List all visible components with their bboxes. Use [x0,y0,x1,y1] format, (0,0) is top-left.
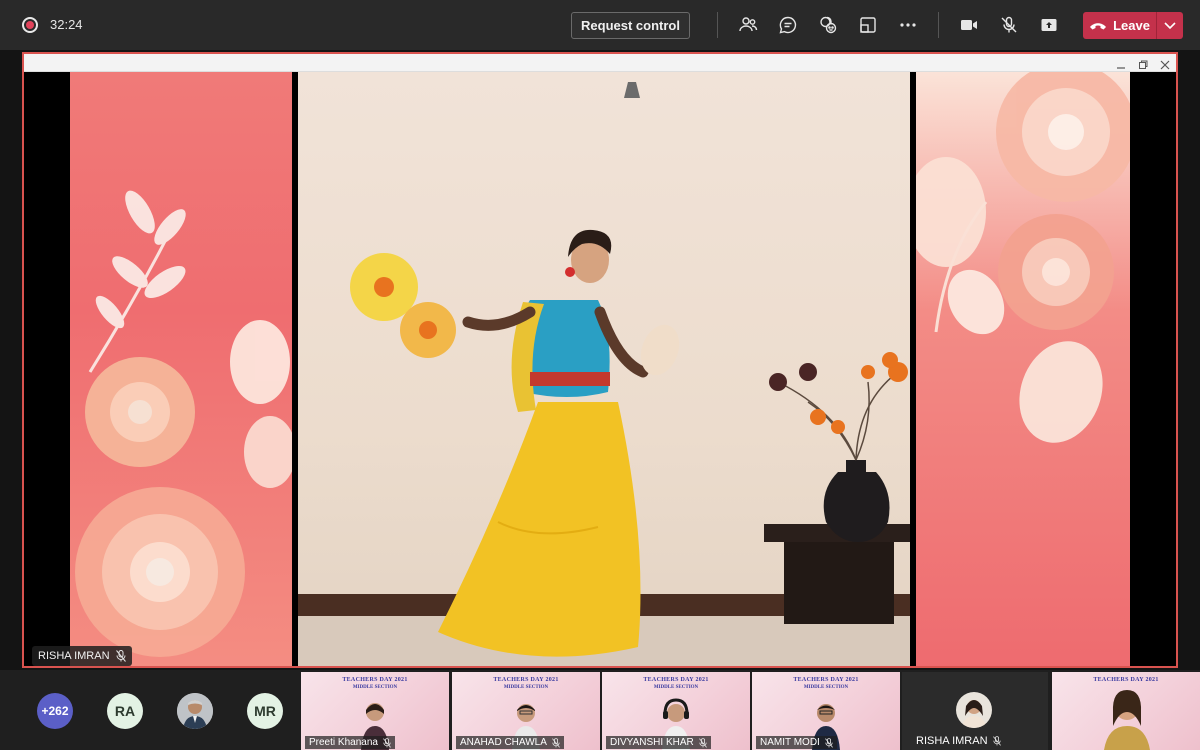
participant-avatar[interactable]: MR [247,693,283,729]
leave-button[interactable]: Leave [1083,12,1157,39]
presenter-video-feed [298,72,910,666]
chat-icon[interactable] [776,13,800,37]
participant-video-tile[interactable]: TEACHERS DAY 2021 MIDDLE SECTION ANAHAD … [452,672,600,750]
mic-off-icon [383,737,391,748]
participant-video-tile[interactable]: RISHA IMRAN [902,672,1048,750]
floral-panel-left [70,72,292,666]
participant-video-tile[interactable]: TEACHERS DAY 2021 [1052,672,1200,750]
mic-off-icon [551,737,560,748]
shared-screen: RISHA IMRAN [22,52,1178,668]
participant-name-tag: Preeti Khanana [305,736,395,749]
leave-button-group: Leave [1083,12,1183,39]
minimize-icon [1116,57,1126,69]
participants-icon[interactable] [736,13,760,37]
meeting-timer: 32:24 [50,17,83,32]
reactions-icon[interactable] [816,13,840,37]
presenter-name-tag: RISHA IMRAN [32,646,132,666]
hangup-icon [1090,22,1107,29]
floral-panel-right [916,72,1130,666]
chevron-down-icon [1164,21,1176,29]
participant-name-tag: RISHA IMRAN [912,734,1005,747]
leave-options-button[interactable] [1157,12,1183,39]
restore-icon [1138,57,1148,69]
participant-video-tile[interactable]: TEACHERS DAY 2021 MIDDLE SECTION NAMIT M… [752,672,900,750]
toolbar-divider [717,12,718,38]
more-participants-button[interactable]: +262 [37,693,73,729]
recording-indicator-icon [22,17,38,33]
shared-content-stage: RISHA IMRAN [0,50,1200,670]
more-icon[interactable] [896,13,920,37]
participant-video-tile[interactable]: TEACHERS DAY 2021 MIDDLE SECTION DIVYANS… [602,672,750,750]
share-icon[interactable] [1037,13,1061,37]
participant-name-tag: DIVYANSHI KHAR [606,736,711,749]
participant-avatar [956,692,992,728]
close-icon [1160,57,1170,70]
meeting-toolbar: 32:24 Request control Leave [0,0,1200,50]
mic-off-icon [992,735,1001,746]
mic-off-icon [824,737,833,748]
camera-icon[interactable] [957,13,981,37]
participant-strip: +262 RA MR TEACHERS DAY 2021 MIDDLE SECT… [0,670,1200,750]
rooms-icon[interactable] [856,13,880,37]
participant-name-tag: NAMIT MODI [756,736,837,749]
request-control-button[interactable]: Request control [571,12,690,39]
mic-off-icon [115,650,126,662]
presenter-name: RISHA IMRAN [38,650,110,662]
participant-name-tag: ANAHAD CHAWLA [456,736,564,749]
mic-off-icon [698,737,707,748]
mic-off-icon[interactable] [997,13,1021,37]
participant-avatar[interactable]: RA [107,693,143,729]
leave-label: Leave [1113,18,1150,33]
participant-video [1104,690,1150,750]
participant-video-tile[interactable]: TEACHERS DAY 2021 MIDDLE SECTION Preeti … [301,672,449,750]
shared-window-titlebar [24,54,1176,72]
participant-avatar[interactable] [177,693,213,729]
toolbar-divider [938,12,939,38]
